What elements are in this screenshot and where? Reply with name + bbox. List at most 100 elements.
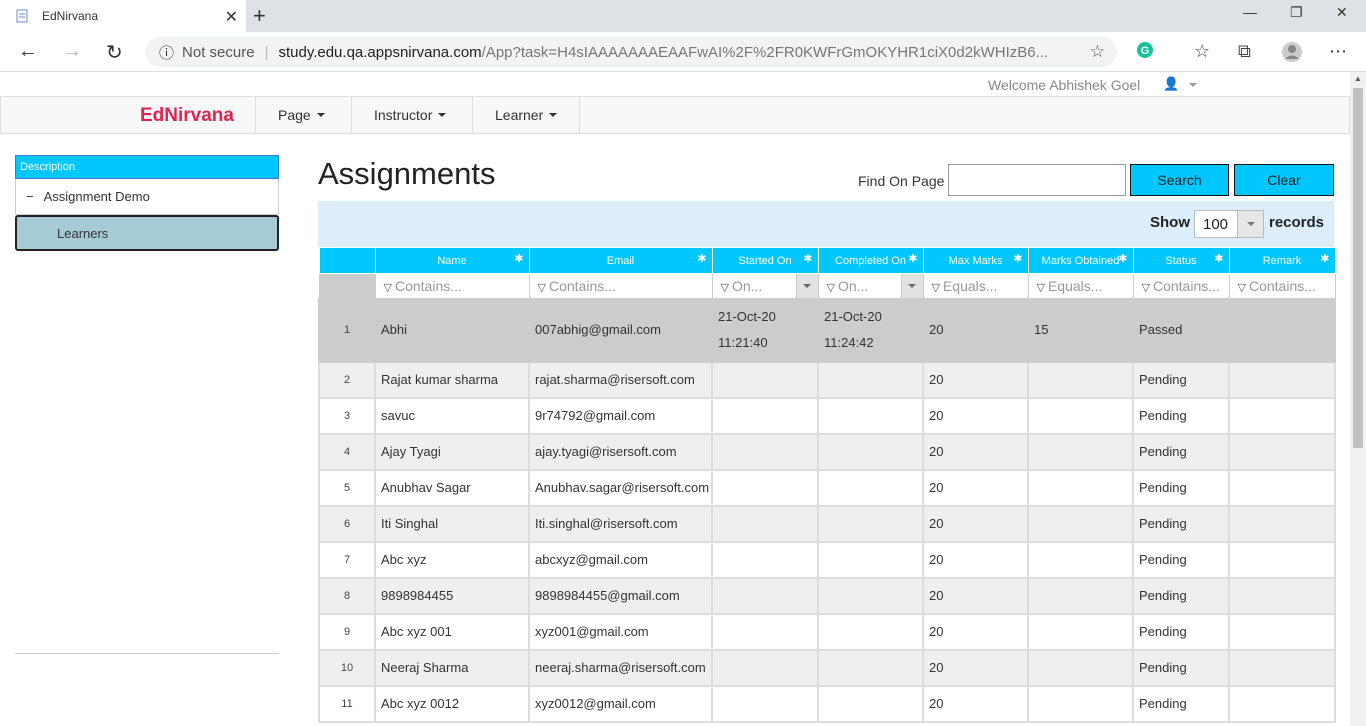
browser-tab[interactable]: EdNirvana ✕ <box>0 0 246 32</box>
column-filter-input[interactable]: ▽ Contains... <box>1228 273 1336 299</box>
column-filter-input[interactable]: ▽ On... <box>711 273 819 299</box>
more-menu-icon[interactable]: ⋯ <box>1329 41 1347 62</box>
chevron-down-icon[interactable] <box>1237 211 1263 237</box>
clear-button[interactable]: Clear <box>1234 164 1334 196</box>
address-bar[interactable]: ⓘ Not secure | study.edu.qa.appsnirvana.… <box>145 37 1117 67</box>
filter-icon[interactable]: ▽ <box>1037 282 1045 294</box>
filter-icon[interactable]: ▽ <box>538 282 546 294</box>
info-icon[interactable]: ⓘ <box>159 42 174 63</box>
scroll-up-icon[interactable]: ▲ <box>1354 74 1362 83</box>
forward-icon[interactable]: → <box>62 40 82 63</box>
column-filter-input[interactable]: ▽ Equals... <box>922 273 1029 299</box>
cell-marks-obtained <box>1027 648 1134 687</box>
column-header[interactable]: Status ✱ <box>1132 247 1230 274</box>
column-filter-input[interactable]: ▽ Equals... <box>1027 273 1134 299</box>
column-header[interactable]: Started On ✱ <box>711 247 819 274</box>
filter-icon[interactable]: ▽ <box>1142 282 1150 294</box>
table-row[interactable]: 2 Rajat kumar sharma rajat.sharma@risersof… <box>318 360 1336 399</box>
table-row[interactable]: 8 9898984455 9898984455@gmail.com 20 Pending <box>318 576 1336 615</box>
records-per-page-select[interactable]: 100 <box>1194 210 1264 238</box>
filter-icon[interactable]: ▽ <box>384 282 392 294</box>
column-settings-icon[interactable]: ✱ <box>1320 252 1329 265</box>
column-header[interactable]: Name ✱ <box>374 247 530 274</box>
column-header[interactable]: Completed On ✱ <box>817 247 924 274</box>
column-settings-icon[interactable]: ✱ <box>514 252 523 265</box>
column-header[interactable]: Email ✱ <box>528 247 713 274</box>
profile-icon[interactable] <box>1281 41 1303 68</box>
column-settings-icon[interactable]: ✱ <box>1013 252 1022 265</box>
sidebar-item-assignment[interactable]: − Assignment Demo <box>15 179 279 215</box>
table-row[interactable]: 6 Iti Singhal Iti.singhal@risersoft.com 20 P… <box>318 504 1336 543</box>
column-filter-input[interactable]: ▽ On... <box>817 273 924 299</box>
cell-remark <box>1228 612 1336 651</box>
column-settings-icon[interactable]: ✱ <box>908 252 917 265</box>
find-on-page-input[interactable] <box>948 164 1126 196</box>
chevron-down-icon[interactable] <box>795 274 817 298</box>
menu-instructor[interactable]: Instructor <box>351 97 468 133</box>
cell-completed-on <box>817 468 924 507</box>
cell-started-on <box>711 612 819 651</box>
menu-learner[interactable]: Learner <box>472 97 581 133</box>
show-label: Show <box>1150 214 1190 231</box>
cell-remark <box>1228 540 1336 579</box>
cell-completed-on <box>817 432 924 471</box>
column-settings-icon[interactable]: ✱ <box>697 252 706 265</box>
cell-max-marks: 20 <box>922 432 1029 471</box>
new-tab-icon[interactable]: + <box>253 3 266 29</box>
cell-marks-obtained <box>1027 396 1134 435</box>
column-filter-input[interactable]: ▽ Contains... <box>374 273 530 299</box>
table-row[interactable]: 3 savuc 9r74792@gmail.com 20 Pending <box>318 396 1336 435</box>
scrollbar-thumb[interactable] <box>1353 88 1363 448</box>
minimize-icon[interactable]: — <box>1243 4 1257 20</box>
cell-max-marks: 20 <box>922 504 1029 543</box>
records-label: records <box>1269 214 1325 231</box>
table-row[interactable]: 1 Abhi 007abhig@gmail.com 21-Oct-20 11:21:40… <box>318 297 1336 363</box>
table-row[interactable]: 10 Neeraj Sharma neeraj.sharma@risersoft.c… <box>318 648 1336 687</box>
cell-max-marks: 20 <box>922 576 1029 615</box>
column-header[interactable]: Remark ✱ <box>1228 247 1336 274</box>
chevron-down-icon[interactable] <box>900 274 922 298</box>
column-header[interactable]: Max Marks ✱ <box>922 247 1029 274</box>
page-scrollbar[interactable]: ▲ <box>1350 72 1366 726</box>
browser-toolbar: ← → ↻ ⓘ Not secure | study.edu.qa.appsni… <box>0 32 1366 72</box>
favorite-star-icon[interactable]: ☆ <box>1090 42 1105 62</box>
cell-started-on <box>711 360 819 399</box>
filter-icon[interactable]: ▽ <box>932 282 940 294</box>
table-row[interactable]: 4 Ajay Tyagi ajay.tyagi@risersoft.com 20 Pen… <box>318 432 1336 471</box>
user-menu-icon[interactable]: 👤 <box>1163 76 1197 92</box>
filter-icon[interactable]: ▽ <box>721 282 729 294</box>
collapse-icon[interactable]: − <box>26 189 34 204</box>
table-row[interactable]: 5 Anubhav Sagar Anubhav.sagar@risersoft.co… <box>318 468 1336 507</box>
filter-icon[interactable]: ▽ <box>827 282 835 294</box>
column-settings-icon[interactable]: ✱ <box>1214 252 1223 265</box>
sidebar-item-learners[interactable]: Learners <box>15 215 279 251</box>
column-filter-input[interactable]: ▽ Contains... <box>1132 273 1230 299</box>
tab-close-icon[interactable]: ✕ <box>225 7 238 27</box>
window-close-icon[interactable]: ✕ <box>1336 4 1348 21</box>
cell-email: 007abhig@gmail.com <box>528 297 713 363</box>
back-icon[interactable]: ← <box>18 40 38 63</box>
cell-status: Pending <box>1132 648 1230 687</box>
table-row[interactable]: 11 Abc xyz 0012 xyz0012@gmail.com 20 Pending <box>318 684 1336 723</box>
table-row[interactable]: 9 Abc xyz 001 xyz001@gmail.com 20 Pending <box>318 612 1336 651</box>
brand-logo[interactable]: EdNirvana <box>140 105 234 127</box>
row-number: 10 <box>318 648 376 687</box>
column-settings-icon[interactable]: ✱ <box>803 252 812 265</box>
search-button[interactable]: Search <box>1130 164 1229 196</box>
row-number: 5 <box>318 468 376 507</box>
table-row[interactable]: 7 Abc xyz abcxyz@gmail.com 20 Pending <box>318 540 1336 579</box>
row-number: 9 <box>318 612 376 651</box>
collections-icon[interactable]: ⧉ <box>1238 41 1251 62</box>
filter-icon[interactable]: ▽ <box>1238 282 1246 294</box>
column-settings-icon[interactable]: ✱ <box>1118 252 1127 265</box>
menu-page[interactable]: Page <box>255 97 347 133</box>
favorites-icon[interactable]: ☆ <box>1194 41 1210 62</box>
cell-completed-on <box>817 540 924 579</box>
cell-remark <box>1228 504 1336 543</box>
refresh-icon[interactable]: ↻ <box>106 40 123 65</box>
grammarly-icon[interactable]: G <box>1136 41 1154 64</box>
restore-icon[interactable]: ❐ <box>1290 4 1303 21</box>
cell-email: 9r74792@gmail.com <box>528 396 713 435</box>
column-filter-input[interactable]: ▽ Contains... <box>528 273 713 299</box>
column-header[interactable]: Marks Obtained ✱ <box>1027 247 1134 274</box>
